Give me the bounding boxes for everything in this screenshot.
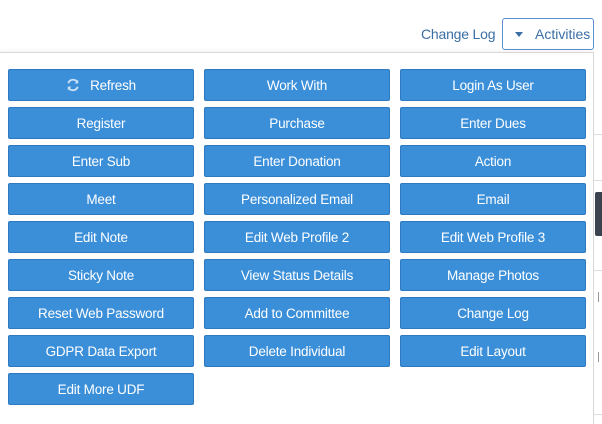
divider (594, 414, 602, 415)
activities-menu-panel: Refresh Work With Login As User Register… (0, 52, 594, 424)
refresh-button[interactable]: Refresh (8, 69, 194, 101)
change-log-link[interactable]: Change Log (421, 26, 495, 42)
refresh-icon (66, 78, 80, 92)
meet-button[interactable]: Meet (8, 183, 194, 215)
edit-more-udf-button[interactable]: Edit More UDF (8, 373, 194, 405)
caret-down-icon (515, 31, 523, 37)
personalized-email-button[interactable]: Personalized Email (204, 183, 390, 215)
top-bar: Change Log Activities (0, 0, 602, 52)
delete-individual-button[interactable]: Delete Individual (204, 335, 390, 367)
purchase-button[interactable]: Purchase (204, 107, 390, 139)
enter-sub-button[interactable]: Enter Sub (8, 145, 194, 177)
divider (594, 134, 602, 135)
gdpr-data-export-button[interactable]: GDPR Data Export (8, 335, 194, 367)
sticky-note-button[interactable]: Sticky Note (8, 259, 194, 291)
edit-layout-button[interactable]: Edit Layout (400, 335, 586, 367)
add-to-committee-button[interactable]: Add to Committee (204, 297, 390, 329)
background-page-edge (594, 52, 602, 424)
edit-web-profile-3-button[interactable]: Edit Web Profile 3 (400, 221, 586, 253)
register-button[interactable]: Register (8, 107, 194, 139)
enter-dues-button[interactable]: Enter Dues (400, 107, 586, 139)
enter-donation-button[interactable]: Enter Donation (204, 145, 390, 177)
action-button[interactable]: Action (400, 145, 586, 177)
email-button[interactable]: Email (400, 183, 586, 215)
login-as-user-button[interactable]: Login As User (400, 69, 586, 101)
activities-label: Activities (535, 26, 591, 42)
change-log-button[interactable]: Change Log (400, 297, 586, 329)
view-status-details-button[interactable]: View Status Details (204, 259, 390, 291)
divider (594, 180, 602, 181)
chevron-icon (598, 352, 599, 362)
reset-web-password-button[interactable]: Reset Web Password (8, 297, 194, 329)
activities-button-grid: Refresh Work With Login As User Register… (8, 69, 586, 405)
divider (594, 270, 602, 271)
edit-note-button[interactable]: Edit Note (8, 221, 194, 253)
activities-dropdown-button[interactable]: Activities (502, 18, 594, 50)
edit-web-profile-2-button[interactable]: Edit Web Profile 2 (204, 221, 390, 253)
chevron-icon (598, 292, 599, 302)
contact-photo-thumbnail (595, 192, 602, 236)
manage-photos-button[interactable]: Manage Photos (400, 259, 586, 291)
work-with-button[interactable]: Work With (204, 69, 390, 101)
refresh-label: Refresh (90, 77, 136, 93)
